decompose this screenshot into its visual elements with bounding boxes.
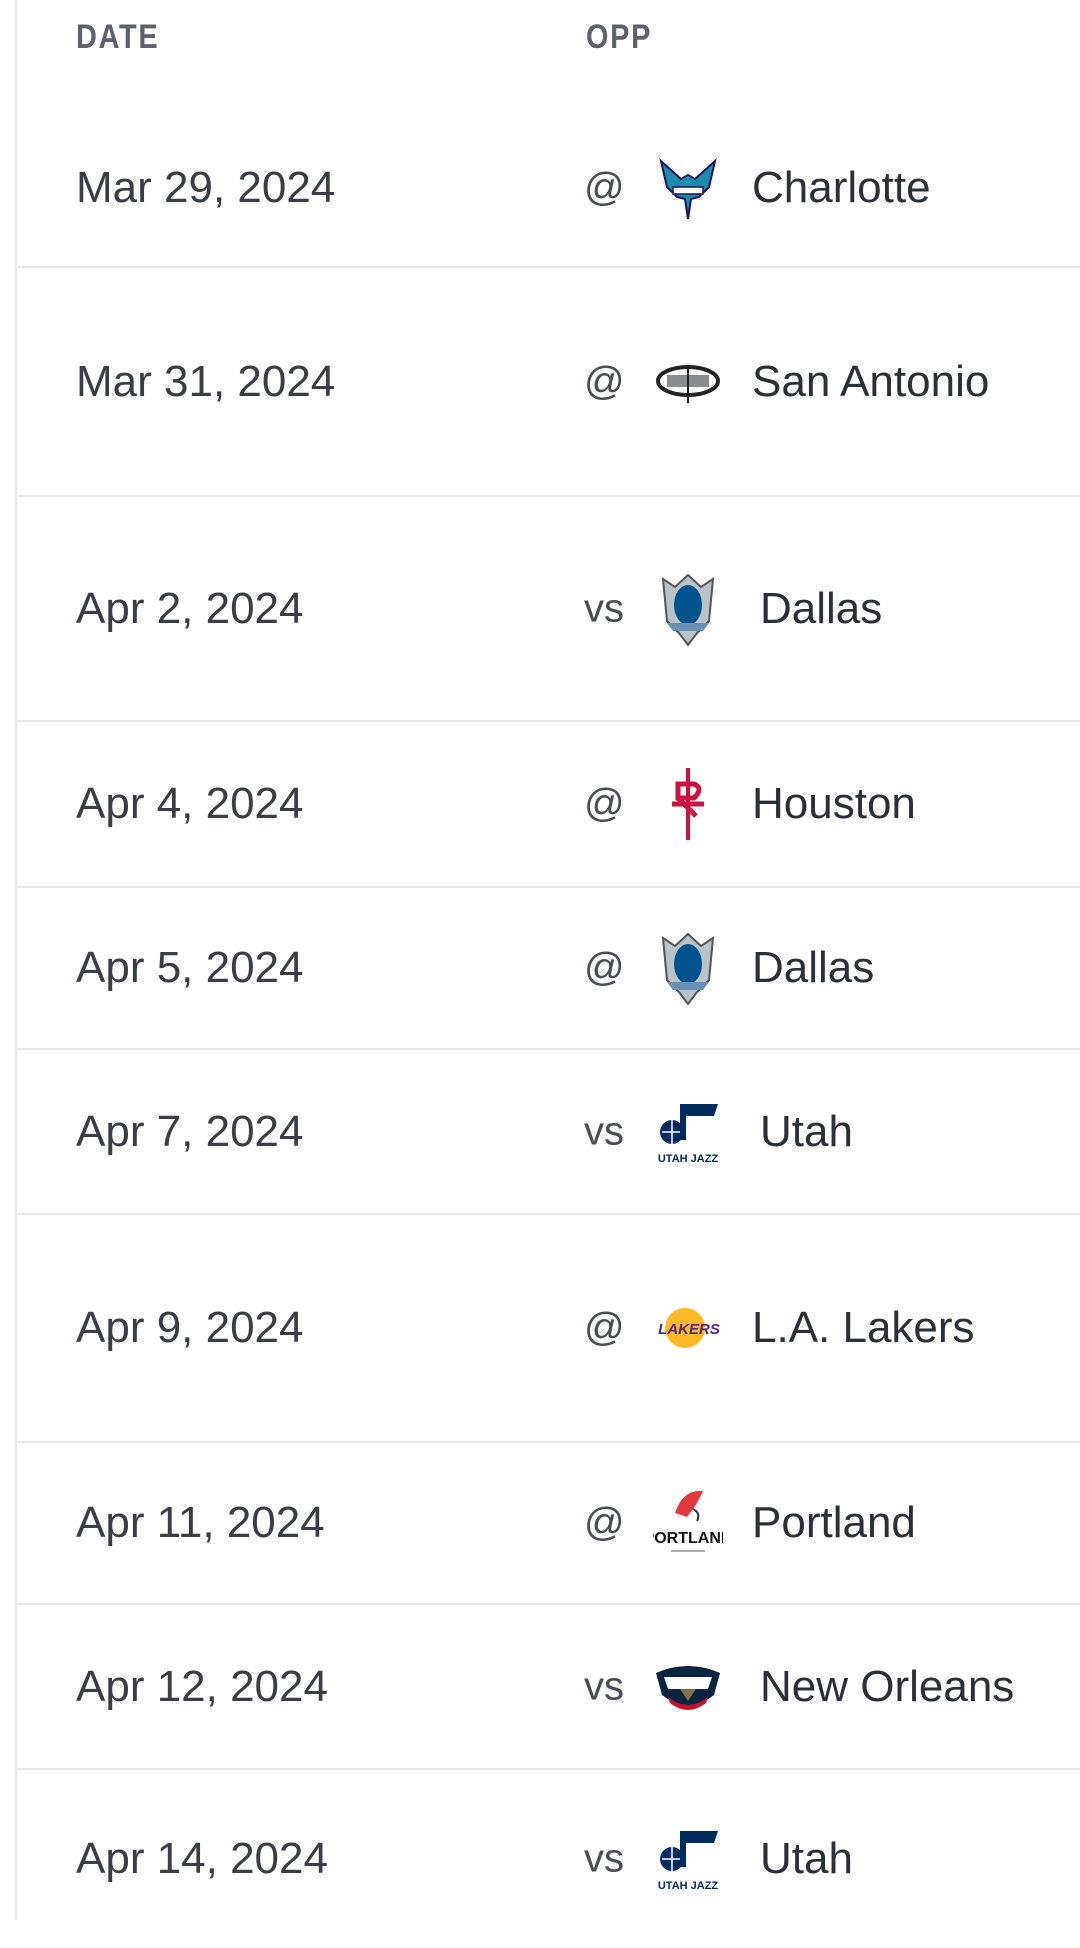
game-date: Apr 14, 2024 bbox=[76, 1834, 328, 1883]
opponent-link[interactable]: Dallas bbox=[752, 943, 874, 993]
svg-text:PORTLAND: PORTLAND bbox=[653, 1530, 723, 1547]
game-date: Mar 29, 2024 bbox=[76, 163, 336, 212]
game-date: Apr 11, 2024 bbox=[76, 1498, 325, 1547]
game-date: Apr 9, 2024 bbox=[76, 1303, 304, 1352]
utah-jazz-icon[interactable]: UTAH JAZZ bbox=[648, 1819, 728, 1899]
home-indicator: vs bbox=[584, 586, 624, 630]
dallas-mavericks-icon[interactable] bbox=[648, 928, 728, 1008]
table-row[interactable]: Apr 4, 2024 @ Houston bbox=[16, 722, 1080, 888]
game-date: Apr 2, 2024 bbox=[76, 583, 304, 633]
game-date: Apr 5, 2024 bbox=[76, 943, 304, 992]
column-header-opp[interactable]: OPP bbox=[586, 18, 652, 57]
table-row[interactable]: Apr 12, 2024 vs New Orleans bbox=[16, 1605, 1080, 1770]
away-indicator: @ bbox=[584, 1500, 625, 1545]
table-row[interactable]: Apr 9, 2024 @ LAKERS L.A. Lakers bbox=[16, 1215, 1080, 1443]
svg-text:UTAH JAZZ: UTAH JAZZ bbox=[658, 1153, 719, 1165]
home-indicator: vs bbox=[584, 1109, 624, 1153]
game-date: Apr 12, 2024 bbox=[76, 1661, 328, 1711]
opponent-link[interactable]: Portland bbox=[752, 1498, 916, 1548]
opponent-link[interactable]: Dallas bbox=[760, 584, 882, 634]
opponent-link[interactable]: San Antonio bbox=[752, 357, 989, 407]
portland-trail-blazers-icon[interactable]: PORTLAND bbox=[648, 1483, 728, 1563]
home-indicator: vs bbox=[584, 1664, 624, 1708]
away-indicator: @ bbox=[584, 945, 625, 990]
away-indicator: @ bbox=[584, 781, 625, 826]
houston-rockets-icon[interactable] bbox=[648, 764, 728, 844]
svg-text:UTAH JAZZ: UTAH JAZZ bbox=[658, 1880, 719, 1892]
table-row[interactable]: Apr 2, 2024 vs Dallas bbox=[16, 497, 1080, 722]
opponent-link[interactable]: L.A. Lakers bbox=[752, 1303, 975, 1353]
opponent-link[interactable]: Utah bbox=[760, 1107, 853, 1157]
opponent-link[interactable]: Charlotte bbox=[752, 163, 931, 213]
table-row[interactable]: Apr 14, 2024 vs UTAH JAZZ Utah bbox=[16, 1770, 1080, 1948]
table-row[interactable]: Mar 29, 2024 @ Charlotte bbox=[16, 110, 1080, 268]
column-header-date[interactable]: DATE bbox=[76, 18, 159, 57]
dallas-mavericks-icon[interactable] bbox=[648, 569, 728, 649]
opponent-link[interactable]: Utah bbox=[760, 1834, 853, 1884]
game-date: Mar 31, 2024 bbox=[76, 356, 336, 406]
charlotte-hornets-icon[interactable] bbox=[648, 148, 728, 228]
opponent-link[interactable]: Houston bbox=[752, 779, 916, 829]
away-indicator: @ bbox=[584, 1305, 625, 1350]
utah-jazz-icon[interactable]: UTAH JAZZ bbox=[648, 1092, 728, 1172]
table-row[interactable]: Apr 7, 2024 vs UTAH JAZZ Utah bbox=[16, 1050, 1080, 1215]
table-row[interactable]: Apr 5, 2024 @ Dallas bbox=[16, 888, 1080, 1050]
home-indicator: vs bbox=[584, 1836, 624, 1881]
svg-text:LAKERS: LAKERS bbox=[658, 1321, 720, 1338]
game-date: Apr 4, 2024 bbox=[76, 779, 304, 828]
san-antonio-spurs-icon[interactable] bbox=[648, 342, 728, 422]
game-date: Apr 7, 2024 bbox=[76, 1106, 304, 1156]
opponent-link[interactable]: New Orleans bbox=[760, 1662, 1014, 1712]
table-row[interactable]: Apr 11, 2024 @ PORTLAND Portland bbox=[16, 1443, 1080, 1605]
away-indicator: @ bbox=[584, 165, 625, 210]
new-orleans-pelicans-icon[interactable] bbox=[648, 1647, 728, 1727]
table-row[interactable]: Mar 31, 2024 @ San Antonio bbox=[16, 268, 1080, 497]
los-angeles-lakers-icon[interactable]: LAKERS bbox=[648, 1288, 728, 1368]
away-indicator: @ bbox=[584, 359, 625, 403]
